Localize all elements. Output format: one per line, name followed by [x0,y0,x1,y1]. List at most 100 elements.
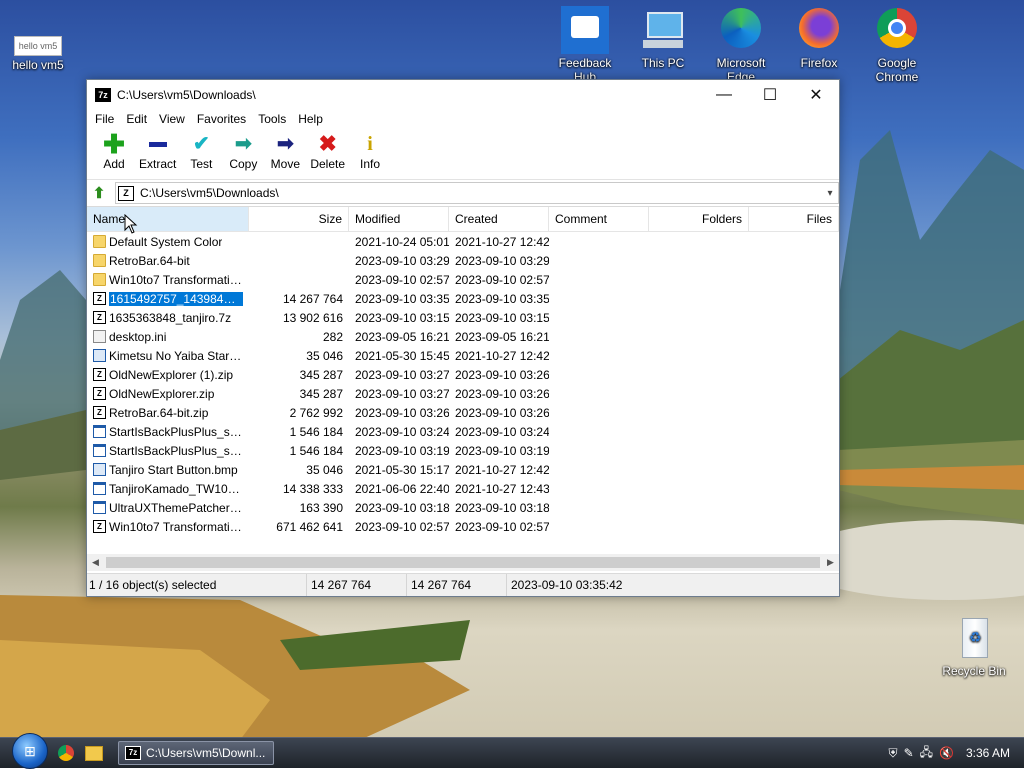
menu-help[interactable]: Help [292,112,329,126]
taskbar-chrome-icon[interactable] [56,743,76,763]
file-name-cell: Tanjiro Start Button.bmp [87,463,249,477]
maximize-button[interactable]: ☐ [747,80,793,109]
file-row[interactable]: desktop.ini 282 2023-09-05 16:21 2023-09-05… [87,327,839,346]
taskbar-explorer-icon[interactable] [84,743,104,763]
file-created: 2021-10-27 12:42 [455,462,549,477]
scroll-right-icon[interactable]: ▶ [822,557,839,568]
volume-muted-icon[interactable]: 🔇 [939,746,954,760]
up-folder-icon[interactable]: ⬆ [87,182,111,204]
file-row[interactable]: Z OldNewExplorer (1).zip 345 287 2023-09-10… [87,365,839,384]
file-modified: 2023-09-10 03:35 [355,291,449,306]
menu-favorites[interactable]: Favorites [191,112,252,126]
file-row[interactable]: RetroBar.64-bit 2023-09-10 03:29 2023-09-1… [87,251,839,270]
file-name: Default System Color [109,234,223,249]
scroll-left-icon[interactable]: ◀ [87,557,104,568]
desktop-icon-firefox[interactable]: Firefox [781,6,857,70]
file-row[interactable]: Z Win10to7 Transformatio... 671 462 641 202… [87,517,839,536]
clock[interactable]: 3:36 AM [966,746,1010,760]
file-row[interactable]: UltraUXThemePatcher_4... 163 390 2023-09-1… [87,498,839,517]
desktop-icon-chrome[interactable]: Google Chrome [859,6,935,84]
file-row[interactable]: StartIsBackPlusPlus_set... 1 546 184 2023-… [87,441,839,460]
file-modified: 2023-09-10 03:24 [355,424,449,439]
delete-button[interactable]: ✖ Delete [306,129,349,172]
network-icon[interactable]: 🖧 [920,743,933,764]
file-size: 14 338 333 [282,481,343,496]
test-check-icon: ✔ [192,133,210,155]
column-header-size[interactable]: Size [249,207,349,231]
file-name-cell: Z Win10to7 Transformatio... [87,520,249,534]
column-header-name[interactable]: Name [87,207,249,231]
taskbar-task-icon: 7z [125,746,141,760]
file-size: 1 546 184 [289,443,343,458]
copy-label: Copy [229,157,258,171]
scroll-thumb[interactable] [106,557,820,568]
archive-icon: Z [118,185,134,201]
app-icon: 7z [95,87,111,102]
ini-file-icon [93,330,106,343]
recycle-bin-icon: ♻ [950,614,998,662]
column-header-created[interactable]: Created [449,207,549,231]
desktop-icon-this-pc[interactable]: This PC [625,6,701,70]
folder-icon [93,273,106,286]
menu-view[interactable]: View [153,112,191,126]
file-row[interactable]: Kimetsu No Yaiba Start ... 35 046 2021-05-… [87,346,839,365]
minimize-button[interactable]: — [701,80,747,109]
file-created: 2021-10-27 12:43 [455,481,549,496]
menu-file[interactable]: File [89,112,120,126]
add-button[interactable]: ✚ Add [93,129,135,171]
file-name-cell: StartIsBackPlusPlus_set... [87,425,249,439]
file-row[interactable]: Z 1635363848_tanjiro.7z 13 902 616 2023-09-… [87,308,839,327]
menu-tools[interactable]: Tools [252,112,292,126]
horizontal-scrollbar[interactable]: ◀ ▶ [87,554,839,571]
chrome-icon [873,6,921,54]
security-shield-icon[interactable]: ⛨ [889,746,898,761]
desktop-icon-label: Google Chrome [875,56,919,84]
window-title: C:\Users\vm5\Downloads\ [117,87,256,102]
file-row[interactable]: Default System Color 2021-10-24 05:01 2021… [87,232,839,251]
taskbar: ⊞ 7z C:\Users\vm5\Downl... ⛨ ✎ 🖧 🔇 3:36 … [0,733,1024,769]
chevron-down-icon[interactable]: ▾ [822,188,838,199]
column-header-modified[interactable]: Modified [349,207,449,231]
column-header-comment[interactable]: Comment [549,207,649,231]
taskbar-task-7zip[interactable]: 7z C:\Users\vm5\Downl... [118,741,274,765]
file-row[interactable]: Z RetroBar.64-bit.zip 2 762 992 2023-09-10 … [87,403,839,422]
desktop-icon-hello-vm5[interactable]: hello vm5 hello vm5 [0,36,76,72]
delete-label: Delete [310,157,346,171]
file-row[interactable]: StartIsBackPlusPlus_set... 1 546 184 2023-… [87,422,839,441]
address-field[interactable]: Z C:\Users\vm5\Downloads\ ▾ [115,182,839,204]
info-button[interactable]: i Info [349,129,391,171]
file-row[interactable]: Tanjiro Start Button.bmp 35 046 2021-05-30… [87,460,839,479]
pen-icon[interactable]: ✎ [904,746,914,760]
file-size: 345 287 [299,367,343,382]
file-name: Kimetsu No Yaiba Start ... [109,348,243,363]
file-name-cell: Z1615492757_1439845303... [87,291,249,306]
file-name-cell: Z 1635363848_tanjiro.7z [87,311,249,325]
windows-logo-icon: ⊞ [24,742,36,759]
title-bar[interactable]: 7z C:\Users\vm5\Downloads\ — ☐ ✕ [87,80,839,109]
status-bar: 1 / 16 object(s) selected 14 267 764 14 … [87,573,839,596]
file-row[interactable]: Z OldNewExplorer.zip 345 287 2023-09-10 03:… [87,384,839,403]
file-row[interactable]: Win10to7 Transformatio... 2023-09-10 02:5… [87,270,839,289]
desktop-icon-feedback-hub[interactable]: Feedback Hub [547,6,623,84]
file-name: RetroBar.64-bit [109,253,190,268]
file-row[interactable]: Z1615492757_1439845303... 14 267 764 2023-… [87,289,839,308]
file-name-cell: UltraUXThemePatcher_4... [87,501,249,515]
file-name: Win10to7 Transformatio... [109,519,243,534]
desktop-icon-edge[interactable]: Microsoft Edge [703,6,779,84]
start-button[interactable]: ⊞ [12,733,48,769]
test-button[interactable]: ✔ Test [180,129,222,171]
move-button[interactable]: ➡ Move [264,129,306,171]
copy-button[interactable]: ➡ Copy [222,129,264,171]
close-button[interactable]: ✕ [793,80,839,109]
file-row[interactable]: TanjiroKamado_TW10.exe 14 338 333 2021-06-… [87,479,839,498]
column-headers: Name Size Modified Created Comment Folde… [87,207,839,232]
address-text: C:\Users\vm5\Downloads\ [140,186,279,200]
extract-button[interactable]: Extract [135,129,180,171]
column-header-files[interactable]: Files [749,207,839,231]
desktop-icon-recycle-bin[interactable]: ♻ Recycle Bin [936,614,1012,678]
firefox-icon [795,6,843,54]
file-name-cell: Z RetroBar.64-bit.zip [87,406,249,420]
menu-edit[interactable]: Edit [120,112,153,126]
column-header-folders[interactable]: Folders [649,207,749,231]
file-created: 2023-09-10 03:35 [455,291,549,306]
